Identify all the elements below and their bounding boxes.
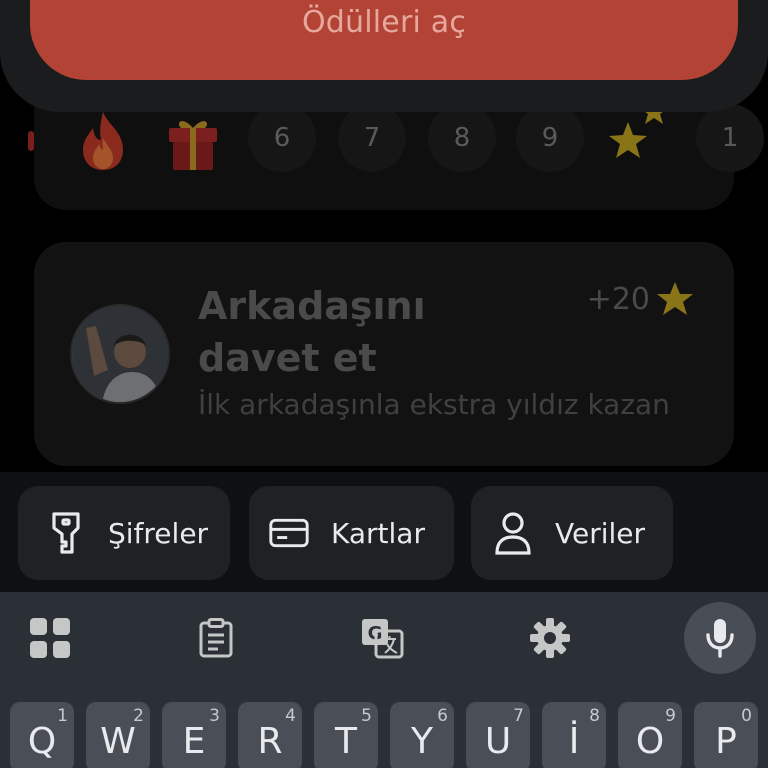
streak-day: 6 [248,104,316,172]
key-letter: R [257,721,283,762]
key-letter: P [715,721,737,762]
personal-data-label: Veriler [555,516,646,550]
person-icon [493,512,533,555]
keyboard: G 1 Q 2 W 3 E 4 R 5 T 6 Y 7 U 8 İ 9 O 0 … [0,592,768,768]
key-letter: T [335,721,357,762]
invite-reward: +20 [587,280,694,318]
cards-chip[interactable]: Kartlar [249,486,454,580]
streak-day: 9 [516,104,584,172]
fire-icon [68,104,138,176]
app-background: 6 7 8 9 1 Ödülleri aç Arkadaşını davet e… [0,0,768,472]
key-t[interactable]: 5T [314,702,378,768]
key-letter: Y [411,721,433,762]
personal-data-chip[interactable]: Veriler [471,486,673,580]
star-icon [657,282,693,315]
key-number: 7 [513,706,524,726]
keyboard-row-1: 1Q 2W 3E 4R 5T 6Y 7U 8İ 9O 0P [0,702,768,768]
key-icon [46,512,86,554]
key-letter: Q [27,721,57,762]
key-number: 2 [133,706,144,726]
passwords-label: Şifreler [108,516,209,550]
key-y[interactable]: 6Y [390,702,454,768]
microphone-icon[interactable] [684,602,756,674]
key-p[interactable]: 0P [694,702,758,768]
autofill-suggestion-strip: Şifreler Kartlar Veriler [0,472,768,592]
key-number: 0 [741,706,752,726]
open-rewards-label: Ödülleri aç [301,5,467,40]
invite-friend-card[interactable]: Arkadaşını davet et +20 İlk arkadaşınla … [34,242,734,466]
key-e[interactable]: 3E [162,702,226,768]
key-number: 8 [589,706,600,726]
key-number: 6 [437,706,448,726]
key-letter: O [635,721,665,762]
streak-day: 1 [696,104,764,172]
key-letter: E [182,721,206,762]
gift-icon [158,104,228,176]
open-rewards-button[interactable]: Ödülleri aç [30,0,738,80]
key-letter: U [484,721,512,762]
key-o[interactable]: 9O [618,702,682,768]
key-u[interactable]: 7U [466,702,530,768]
clipboard-icon[interactable] [180,602,252,674]
key-number: 1 [57,706,68,726]
avatar [70,304,170,404]
cards-label: Kartlar [331,516,425,550]
key-number: 9 [665,706,676,726]
streak-row: 6 7 8 9 1 [0,98,768,176]
key-w[interactable]: 2W [86,702,150,768]
key-q[interactable]: 1Q [10,702,74,768]
streak-partial-icon [0,104,70,176]
translate-icon[interactable]: G [346,602,418,674]
key-number: 5 [361,706,372,726]
streak-day: 7 [338,104,406,172]
settings-gear-icon[interactable] [514,602,586,674]
key-number: 4 [285,706,296,726]
invite-subtitle: İlk arkadaşınla ekstra yıldız kazan [198,388,670,421]
invite-title: Arkadaşını davet et [198,284,426,380]
invite-reward-value: +20 [586,281,650,317]
key-number: 3 [209,706,220,726]
streak-day: 8 [428,104,496,172]
card-icon [269,513,309,553]
key-letter: İ [568,721,580,762]
key-letter: W [100,721,136,762]
keyboard-toolbar: G [0,592,768,688]
apps-grid-icon[interactable] [14,602,86,674]
key-i-dotted[interactable]: 8İ [542,702,606,768]
passwords-chip[interactable]: Şifreler [18,486,230,580]
key-r[interactable]: 4R [238,702,302,768]
